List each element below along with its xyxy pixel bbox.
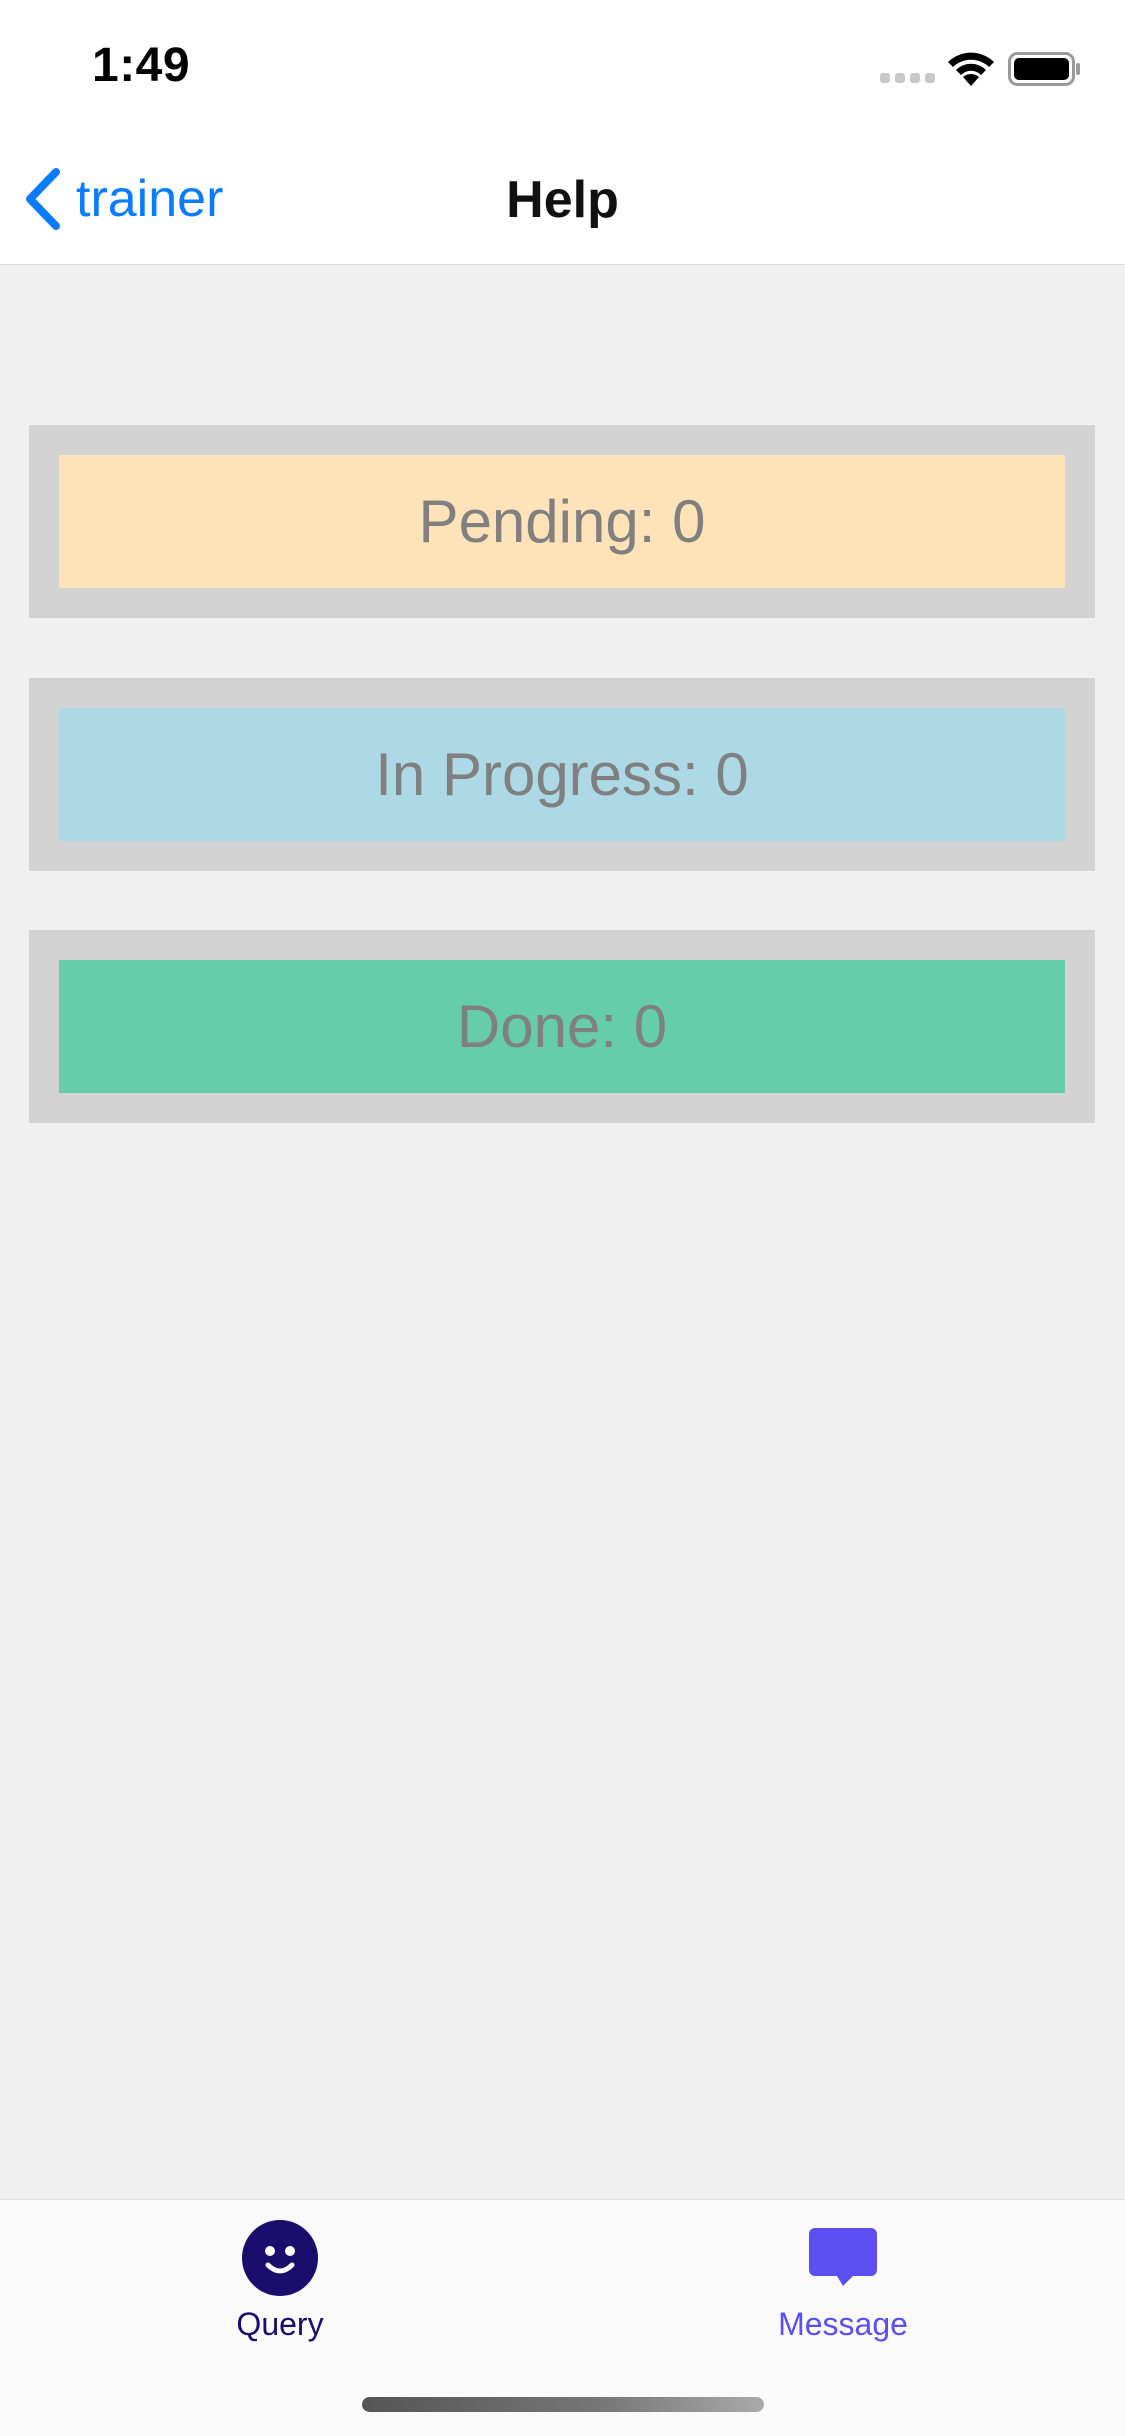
done-count: Done: 0 — [59, 960, 1065, 1093]
tab-query-label: Query — [236, 2306, 324, 2342]
done-card[interactable]: Done: 0 — [29, 930, 1095, 1123]
navigation-bar: trainer Help — [0, 132, 1125, 265]
status-bar: 1:49 — [0, 0, 1125, 132]
cellular-signal-icon — [880, 73, 935, 83]
smiley-icon — [242, 2220, 318, 2296]
tab-message[interactable]: Message — [693, 2218, 993, 2368]
in-progress-card[interactable]: In Progress: 0 — [29, 678, 1095, 871]
in-progress-count: In Progress: 0 — [59, 708, 1065, 841]
status-time: 1:49 — [92, 39, 191, 92]
home-indicator[interactable] — [362, 2397, 764, 2412]
tab-message-label: Message — [778, 2306, 908, 2342]
pending-count: Pending: 0 — [59, 455, 1065, 588]
battery-icon — [1008, 52, 1080, 86]
wifi-icon — [948, 52, 994, 86]
page-title: Help — [506, 171, 619, 229]
pending-card[interactable]: Pending: 0 — [29, 425, 1095, 618]
tab-query[interactable]: Query — [130, 2218, 430, 2368]
chat-bubble-icon — [809, 2228, 877, 2286]
